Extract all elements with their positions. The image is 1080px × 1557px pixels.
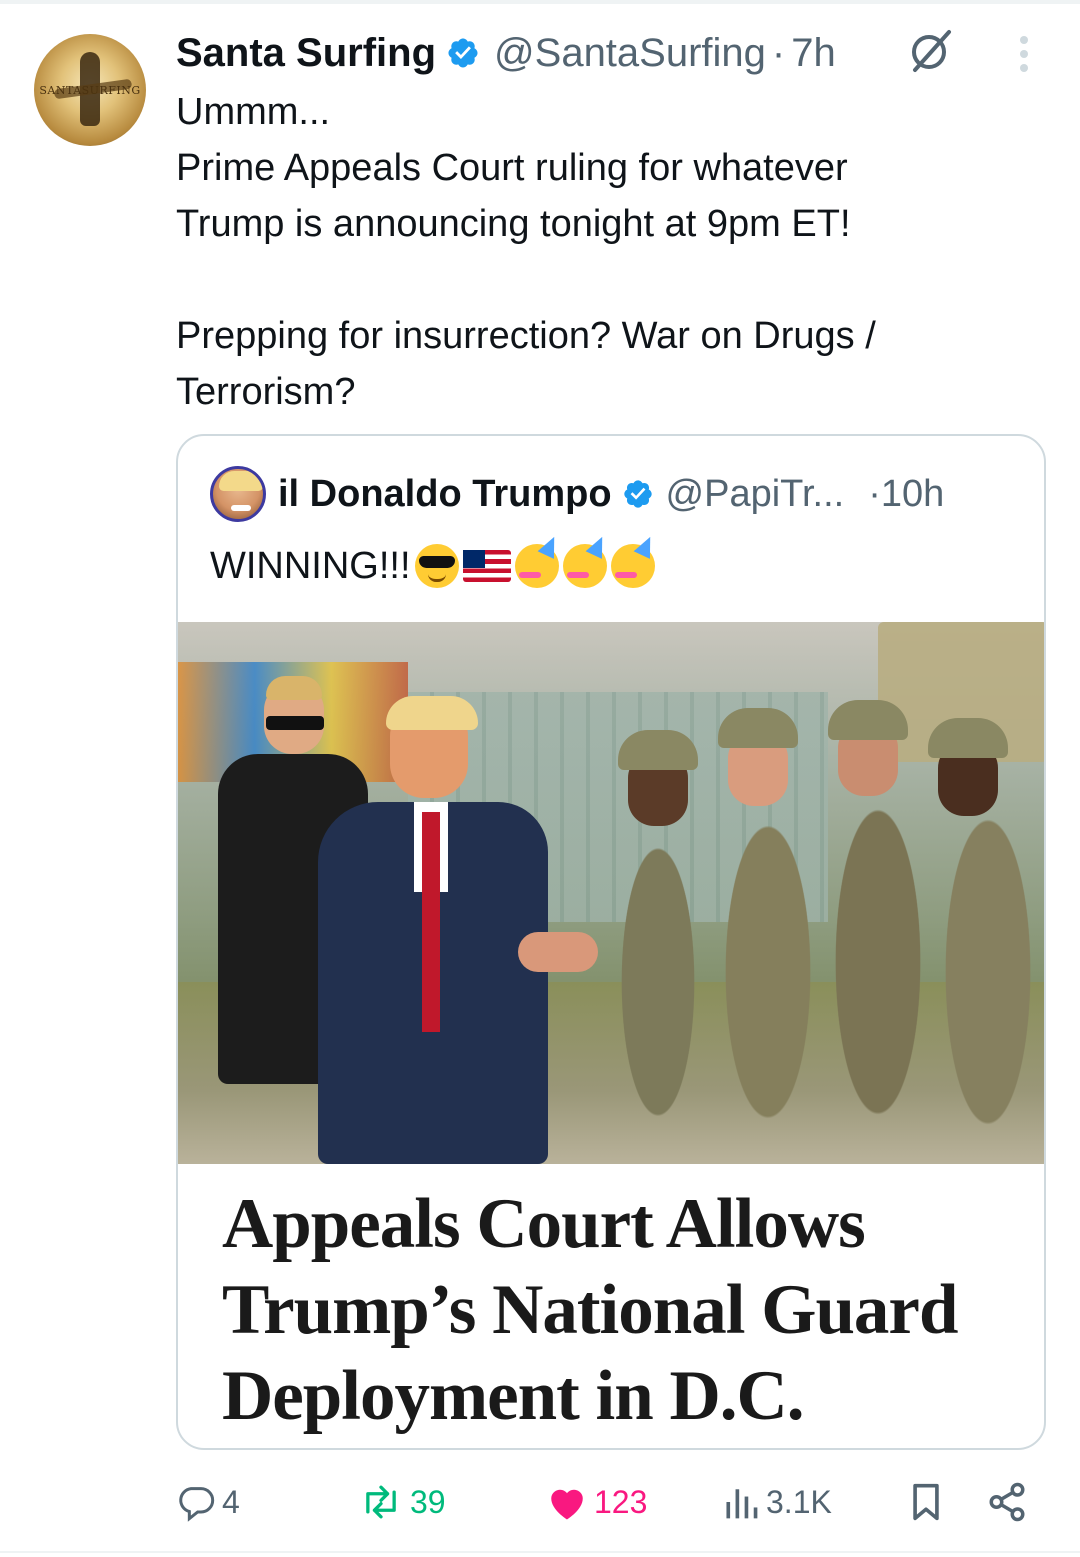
partying-face-emoji-icon xyxy=(514,544,559,588)
author-avatar[interactable]: SANTASURFING xyxy=(34,34,146,146)
views-count: 3.1K xyxy=(766,1483,832,1520)
article-headline: Appeals Court Allows Trump’s National Gu… xyxy=(222,1185,958,1435)
repost-button[interactable]: 39 xyxy=(358,1470,446,1534)
quoted-tweet-header: il Donaldo Trumpo @PapiTr... ·10h xyxy=(210,464,944,524)
repost-count: 39 xyxy=(410,1483,446,1520)
smiling-face-with-sunglasses-emoji-icon xyxy=(414,544,459,588)
reply-icon xyxy=(179,1487,215,1522)
photo-handshake xyxy=(518,932,598,972)
tweet-actions-bar: 4 39 123 3.1K xyxy=(0,1470,1080,1534)
heart-icon xyxy=(551,1489,583,1520)
photo-soldiers xyxy=(588,682,1044,1164)
share-icon xyxy=(989,1482,1025,1522)
like-button[interactable]: 123 xyxy=(546,1470,647,1534)
header-separator: · xyxy=(771,30,786,75)
author-display-name[interactable]: Santa Surfing xyxy=(176,31,436,76)
reply-button[interactable]: 4 xyxy=(176,1470,240,1534)
tweet-header: Santa Surfing @SantaSurfing · 7h xyxy=(176,26,836,80)
partying-face-emoji-icon xyxy=(610,544,655,588)
repost-icon xyxy=(366,1485,396,1519)
quoted-tweet-text-body: WINNING!!! xyxy=(210,544,411,587)
bottom-divider xyxy=(0,1551,1080,1553)
verified-badge-icon[interactable] xyxy=(622,478,654,510)
bookmark-icon xyxy=(913,1483,939,1521)
views-button[interactable]: 3.1K xyxy=(722,1470,832,1534)
tweet-timestamp[interactable]: 7h xyxy=(791,31,836,76)
quoted-tweet-text: WINNING!!! xyxy=(210,544,655,588)
verified-badge-icon[interactable] xyxy=(446,36,480,70)
quoted-author-avatar[interactable] xyxy=(210,466,266,522)
top-divider xyxy=(0,0,1080,4)
photo-man-in-suit xyxy=(318,696,548,1164)
more-options-icon[interactable] xyxy=(1004,32,1044,76)
quoted-author-handle[interactable]: @PapiTr... xyxy=(666,473,845,516)
analytics-icon xyxy=(726,1489,758,1519)
author-handle[interactable]: @SantaSurfing xyxy=(494,31,766,76)
quoted-tweet[interactable]: il Donaldo Trumpo @PapiTr... ·10h WINNIN… xyxy=(176,434,1046,1450)
quoted-author-display-name[interactable]: il Donaldo Trumpo xyxy=(278,473,612,516)
like-count: 123 xyxy=(594,1483,648,1520)
reply-count: 4 xyxy=(222,1483,240,1520)
bookmark-button[interactable] xyxy=(906,1470,946,1534)
quoted-tweet-timestamp: ·10h xyxy=(868,472,945,515)
avatar-logo-text: SANTASURFING xyxy=(39,84,141,97)
share-button[interactable] xyxy=(986,1470,1028,1534)
us-flag-emoji-icon xyxy=(462,550,511,582)
partying-face-emoji-icon xyxy=(562,544,607,588)
tweet-text: Ummm... Prime Appeals Court ruling for w… xyxy=(176,91,876,413)
grok-icon[interactable] xyxy=(905,26,955,76)
quoted-tweet-photo[interactable] xyxy=(178,622,1044,1164)
